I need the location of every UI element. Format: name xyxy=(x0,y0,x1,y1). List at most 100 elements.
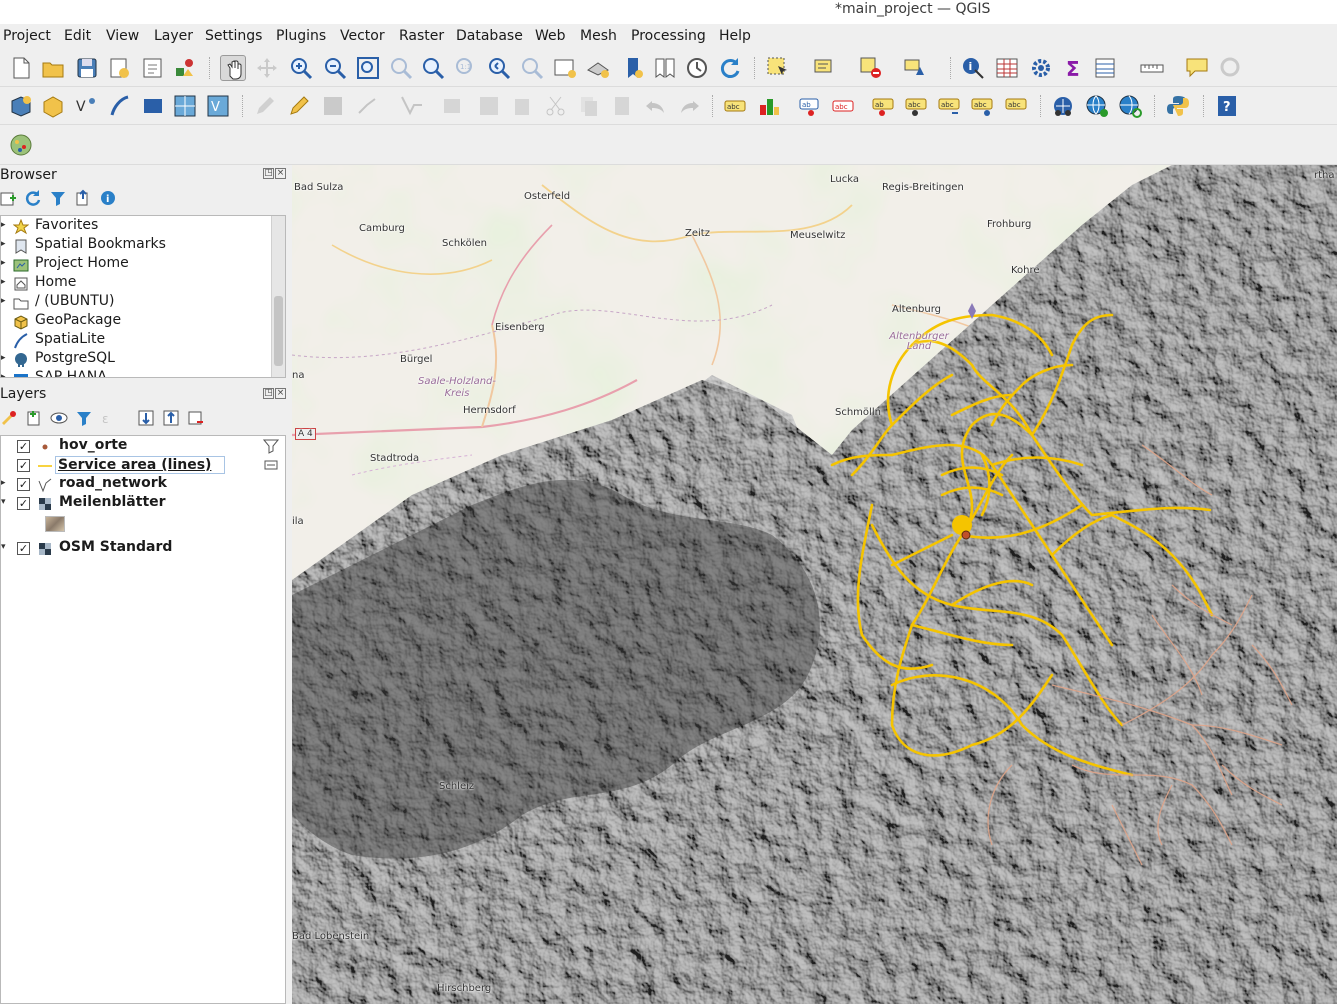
quickmapservices-icon[interactable] xyxy=(8,132,34,158)
pan-to-selection-icon[interactable] xyxy=(254,55,280,81)
open-project-icon[interactable] xyxy=(40,55,66,81)
modify-attributes-icon[interactable] xyxy=(440,93,466,119)
edit-attributes-icon[interactable] xyxy=(476,93,502,119)
select-by-value-icon[interactable] xyxy=(812,55,838,81)
close-panel-icon[interactable]: × xyxy=(275,168,286,179)
layer-visibility-checkbox[interactable]: ✓ xyxy=(17,478,30,491)
layout-manager-icon[interactable] xyxy=(140,55,166,81)
menu-project[interactable]: Project xyxy=(3,28,51,44)
collapse-all-icon[interactable] xyxy=(74,189,92,207)
temporal-controller-icon[interactable] xyxy=(684,55,710,81)
add-vector-layer-icon[interactable] xyxy=(8,93,34,119)
float-panel-icon[interactable]: ◳ xyxy=(263,388,274,399)
statistical-summary-icon[interactable]: Σ xyxy=(1061,55,1087,81)
layer-row-hov-orte[interactable]: ✓ hov_orte xyxy=(1,437,285,456)
new-3d-map-view-icon[interactable] xyxy=(585,55,611,81)
add-group-icon[interactable] xyxy=(25,409,43,427)
layer-row-service-area[interactable]: ✓ Service area (lines) xyxy=(1,456,285,475)
collapse-all-layers-icon[interactable] xyxy=(162,409,180,427)
menu-vector[interactable]: Vector xyxy=(340,28,385,44)
open-attribute-table-icon[interactable] xyxy=(994,55,1020,81)
add-geopackage-layer-icon[interactable] xyxy=(40,93,66,119)
search-globe-icon[interactable] xyxy=(1117,93,1143,119)
add-spatialite-icon[interactable] xyxy=(106,93,132,119)
save-edits-icon[interactable] xyxy=(320,93,346,119)
layer-visibility-checkbox[interactable]: ✓ xyxy=(17,440,30,453)
select-features-icon[interactable] xyxy=(765,55,791,81)
zoom-to-layer-icon[interactable] xyxy=(420,55,446,81)
expand-all-icon[interactable] xyxy=(137,409,155,427)
browser-tree[interactable]: ▸ Favorites ▸ Spatial Bookmarks ▸ Project H… xyxy=(0,215,286,378)
layer-indicator-icon[interactable] xyxy=(263,457,279,477)
layers-tree[interactable]: ✓ hov_orte ✓ Service area (lines) ▸ ✓ ro… xyxy=(0,435,286,1004)
browser-item-favorites[interactable]: ▸ Favorites xyxy=(1,217,285,236)
deselect-features-icon[interactable] xyxy=(858,55,884,81)
close-panel-icon[interactable]: × xyxy=(275,388,286,399)
menu-plugins[interactable]: Plugins xyxy=(276,28,326,44)
move-label-icon[interactable]: ab xyxy=(870,93,896,119)
change-label-icon[interactable]: abc xyxy=(969,93,995,119)
new-spatial-bookmark-icon[interactable] xyxy=(620,55,646,81)
label-toolbar-icon[interactable]: abc xyxy=(722,93,748,119)
layer-filter-icon[interactable] xyxy=(262,438,280,458)
add-selected-layers-icon[interactable] xyxy=(0,189,18,207)
menu-mesh[interactable]: Mesh xyxy=(580,28,617,44)
cut-features-icon[interactable] xyxy=(543,93,569,119)
menu-database[interactable]: Database xyxy=(456,28,523,44)
browser-item-project-home[interactable]: ▸ Project Home xyxy=(1,255,285,274)
layer-row-osm-standard[interactable]: ▾ ✓ OSM Standard xyxy=(1,539,285,558)
menu-settings[interactable]: Settings xyxy=(205,28,262,44)
browser-item-home[interactable]: ▸ Home xyxy=(1,274,285,293)
new-map-view-icon[interactable] xyxy=(552,55,578,81)
add-globe-layer-icon[interactable] xyxy=(1084,93,1110,119)
copy-features-icon[interactable] xyxy=(576,93,602,119)
paste-features-icon[interactable] xyxy=(609,93,635,119)
zoom-full-icon[interactable] xyxy=(355,55,381,81)
layer-diagram-icon[interactable] xyxy=(756,93,782,119)
filter-by-expression-icon[interactable]: ε xyxy=(100,409,118,427)
add-delimited-text-icon[interactable]: V xyxy=(74,93,100,119)
map-canvas[interactable]: Bad Sulza Osterfeld Lucka Regis-Breiting… xyxy=(292,165,1337,1004)
identify-features-icon[interactable]: i xyxy=(960,55,986,81)
browser-item-geopackage[interactable]: GeoPackage xyxy=(1,312,285,331)
filter-browser-icon[interactable] xyxy=(49,189,67,207)
add-wfs-layer-icon[interactable]: V xyxy=(205,93,231,119)
layer-visibility-checkbox[interactable]: ✓ xyxy=(17,459,30,472)
pan-map-icon[interactable] xyxy=(220,55,246,81)
vertex-tool-icon[interactable] xyxy=(398,93,424,119)
rotate-label-icon[interactable]: abc xyxy=(936,93,962,119)
browser-item-root[interactable]: ▸ / (UBUNTU) xyxy=(1,293,285,312)
show-spatial-bookmarks-icon[interactable] xyxy=(652,55,678,81)
layer-visibility-checkbox[interactable]: ✓ xyxy=(17,497,30,510)
select-by-location-icon[interactable] xyxy=(902,55,928,81)
zoom-in-icon[interactable] xyxy=(288,55,314,81)
zoom-next-icon[interactable] xyxy=(519,55,545,81)
measure-line-icon[interactable] xyxy=(1139,55,1165,81)
menu-layer[interactable]: Layer xyxy=(154,28,193,44)
float-panel-icon[interactable]: ◳ xyxy=(263,168,274,179)
zoom-native-resolution-icon[interactable]: 1:1 xyxy=(453,55,479,81)
add-wms-layer-icon[interactable] xyxy=(172,93,198,119)
menu-web[interactable]: Web xyxy=(535,28,566,44)
browser-item-saphana[interactable]: ▸ SAP HANA xyxy=(1,369,285,377)
open-layer-styling-icon[interactable] xyxy=(0,409,18,427)
toggle-editing-icon[interactable] xyxy=(286,93,312,119)
pin-labels-icon[interactable]: ab xyxy=(797,93,823,119)
python-console-icon[interactable] xyxy=(1165,93,1191,119)
style-manager-icon[interactable] xyxy=(172,55,198,81)
zoom-last-icon[interactable] xyxy=(486,55,512,81)
attribute-table-dropdown-icon[interactable] xyxy=(1093,55,1119,81)
filter-legend-icon[interactable] xyxy=(75,409,93,427)
help-contents-icon[interactable]: ? xyxy=(1214,93,1240,119)
menu-raster[interactable]: Raster xyxy=(399,28,444,44)
refresh-icon[interactable] xyxy=(717,55,743,81)
georeferencer-icon[interactable] xyxy=(1218,55,1244,81)
label-properties-icon[interactable]: abc xyxy=(1003,93,1029,119)
save-project-icon[interactable] xyxy=(74,55,100,81)
browser-item-postgresql[interactable]: ▸ PostgreSQL xyxy=(1,350,285,369)
redo-icon[interactable] xyxy=(676,93,702,119)
zoom-out-icon[interactable] xyxy=(322,55,348,81)
menu-help[interactable]: Help xyxy=(719,28,751,44)
refresh-browser-icon[interactable] xyxy=(24,189,42,207)
highlight-pinned-labels-icon[interactable]: abc xyxy=(903,93,929,119)
